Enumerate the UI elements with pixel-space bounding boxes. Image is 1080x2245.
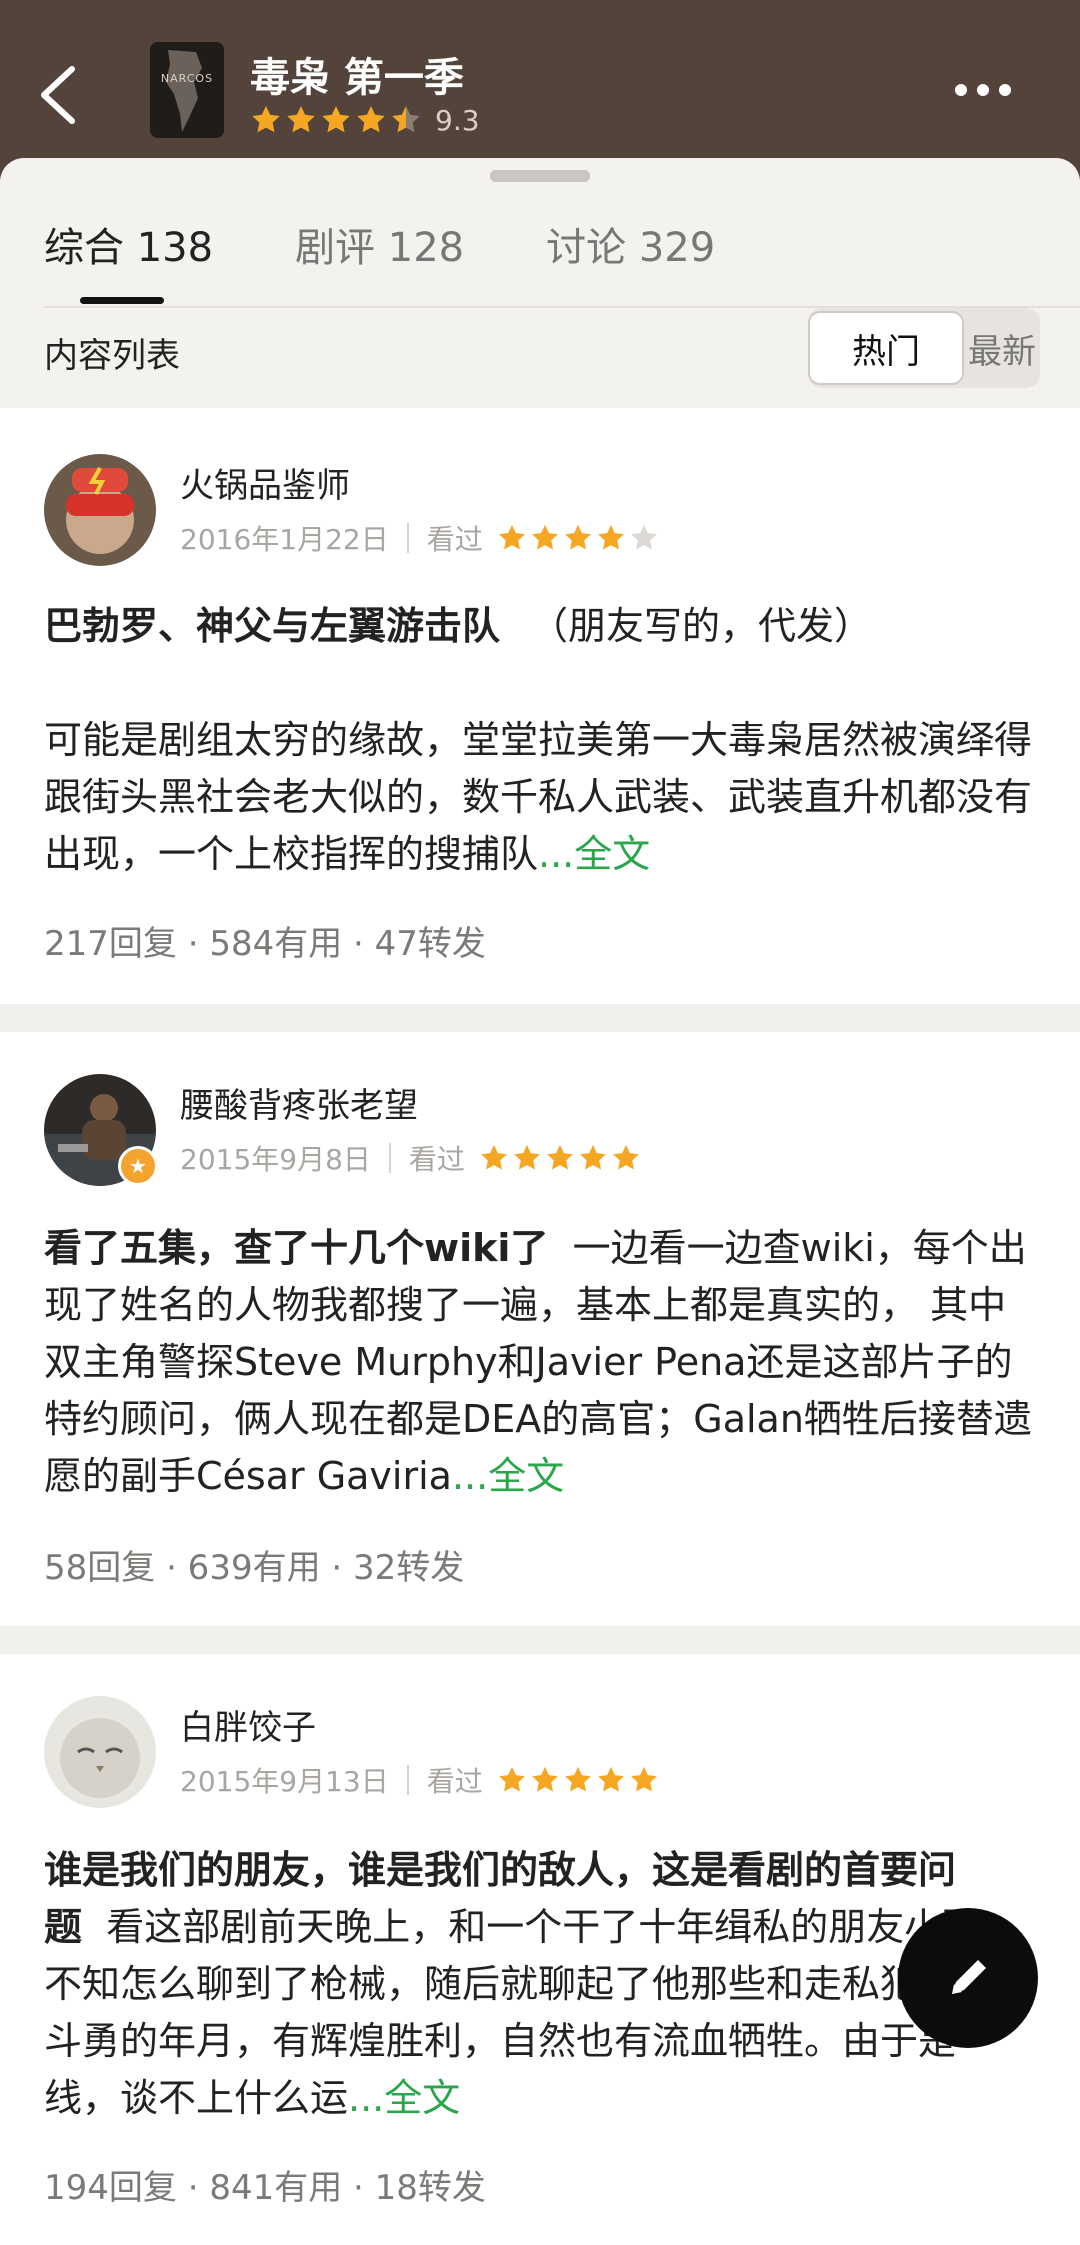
star-icon [531, 524, 558, 550]
verified-badge-icon: ★ [118, 1146, 158, 1186]
meta-divider [406, 1765, 409, 1795]
star-icon [392, 106, 420, 133]
review-title-line[interactable]: 巴勃罗、神父与左翼游击队 （朋友写的，代发） [44, 598, 1034, 655]
star-icon [531, 1766, 558, 1792]
tab-discussion[interactable]: 讨论 329 [546, 215, 715, 273]
dot-icon [977, 84, 989, 96]
star-icon [252, 106, 280, 133]
poster-thumbnail[interactable]: NARCOS [150, 42, 224, 138]
star-icon [322, 106, 350, 133]
review-excerpt[interactable]: 谁是我们的朋友，谁是我们的敌人，这是看剧的首要问题 看这部剧前天晚上，和一个干了… [44, 1842, 1034, 2127]
meta-divider [406, 523, 409, 553]
poster-title: NARCOS [160, 72, 214, 85]
tab-indicator [80, 297, 164, 304]
header-rating: 9.3 [250, 102, 480, 138]
watch-status: 看过 [426, 1765, 483, 1798]
watch-status: 看过 [426, 523, 483, 556]
star-icon [564, 1766, 591, 1792]
star-icon [287, 106, 315, 133]
avatar[interactable] [44, 454, 156, 566]
meta-divider [388, 1143, 391, 1173]
review-title-note: （朋友写的，代发） [530, 604, 873, 648]
review-title: 看了五集，查了十几个wiki了 [44, 1226, 549, 1270]
star-icon [547, 1144, 573, 1170]
read-more-link[interactable]: ...全文 [452, 1454, 564, 1498]
review-title: 巴勃罗、神父与左翼游击队 [44, 604, 501, 648]
username[interactable]: 白胖饺子 [180, 1700, 316, 1749]
card-separator [0, 1626, 1080, 1654]
star-icon [498, 524, 525, 550]
read-more-link[interactable]: ...全文 [538, 832, 650, 876]
username[interactable]: 火锅品鉴师 [180, 458, 350, 507]
read-more-link[interactable]: ...全文 [348, 2076, 460, 2120]
card-separator [0, 1004, 1080, 1032]
dot-icon [999, 84, 1011, 96]
review-stars [497, 523, 662, 553]
star-icon [597, 524, 624, 550]
rating-score: 9.3 [435, 103, 480, 137]
page-title: 毒枭 第一季 [250, 55, 464, 101]
drag-handle[interactable] [490, 170, 590, 182]
review-meta: 2015年9月8日 看过 [180, 1138, 644, 1178]
star-icon [481, 1144, 507, 1170]
more-menu-button[interactable] [955, 70, 1025, 110]
star-icon [357, 106, 385, 133]
review-excerpt[interactable]: 可能是剧组太穷的缘故，堂堂拉美第一大毒枭居然被演绎得跟街头黑社会老大似的，数千私… [44, 712, 1034, 883]
write-review-button[interactable] [898, 1908, 1038, 2048]
sort-toggle: 热门 最新 [808, 308, 1040, 388]
avatar[interactable] [44, 1696, 156, 1808]
review-date: 2015年9月13日 [180, 1765, 389, 1798]
tab-reviews[interactable]: 剧评 128 [295, 215, 464, 273]
header-stars [250, 104, 425, 136]
sort-hot-button[interactable]: 热门 [808, 311, 964, 385]
star-icon [630, 1766, 657, 1792]
chevron-left-icon [41, 66, 75, 124]
review-date: 2016年1月22日 [180, 523, 389, 556]
username[interactable]: 腰酸背疼张老望 [180, 1078, 418, 1127]
review-stars [479, 1143, 644, 1173]
review-excerpt[interactable]: 看了五集，查了十几个wiki了 一边看一边查wiki，每个出现了姓名的人物我都搜… [44, 1220, 1034, 1505]
avatar-image [44, 1696, 156, 1808]
dot-icon [955, 84, 967, 96]
back-button[interactable] [30, 55, 90, 135]
avatar-image [44, 454, 156, 566]
star-icon [514, 1144, 540, 1170]
tab-bar: 综合 138 剧评 128 讨论 329 [44, 215, 797, 273]
review-stats: 217回复 · 584有用 · 47转发 [44, 924, 486, 964]
star-icon [564, 524, 591, 550]
review-stats: 194回复 · 841有用 · 18转发 [44, 2168, 486, 2208]
list-label: 内容列表 [44, 336, 180, 376]
review-date: 2015年9月8日 [180, 1143, 371, 1176]
star-icon [613, 1144, 639, 1170]
star-icon [597, 1766, 624, 1792]
star-icon [498, 1766, 525, 1792]
poster-map-icon [150, 42, 224, 138]
sort-new-button[interactable]: 最新 [964, 308, 1040, 388]
review-meta: 2016年1月22日 看过 [180, 518, 662, 558]
review-stars [497, 1765, 662, 1795]
review-meta: 2015年9月13日 看过 [180, 1760, 662, 1800]
review-text: 看这部剧前天晚上，和一个干了十年缉私的朋友小酌，不知怎么聊到了枪械，随后就聊起了… [44, 1905, 1033, 2120]
watch-status: 看过 [408, 1143, 465, 1176]
star-icon [630, 524, 657, 550]
review-stats: 58回复 · 639有用 · 32转发 [44, 1548, 465, 1588]
pencil-icon [952, 1960, 986, 1994]
star-icon [580, 1144, 606, 1170]
tab-overall[interactable]: 综合 138 [44, 215, 213, 273]
